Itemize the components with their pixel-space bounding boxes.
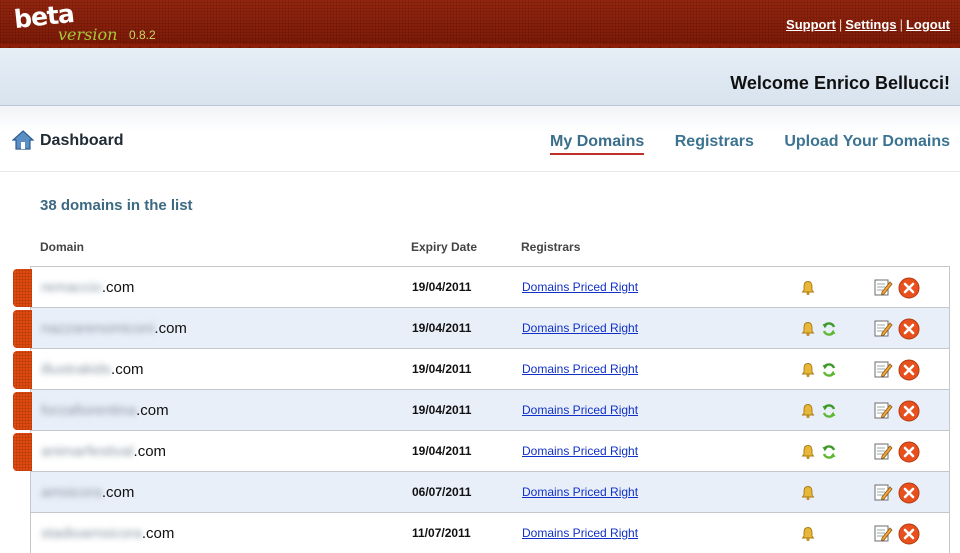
- table-row: stadioamsicora.com 11/07/2011 Domains Pric…: [31, 512, 949, 553]
- domain-name-blurred: remaccio: [41, 279, 102, 296]
- expiry-date: 19/04/2011: [412, 403, 472, 417]
- table-row: remaccio.com 19/04/2011 Domains Priced Rig…: [13, 266, 949, 307]
- domain-name-blurred: stadioamsicora: [41, 525, 142, 542]
- edit-icon[interactable]: [873, 523, 893, 543]
- registrar-link[interactable]: Domains Priced Right: [522, 403, 638, 417]
- domain-tld: .com: [136, 402, 169, 419]
- domain-name-blurred: forzafiorentina: [41, 402, 137, 419]
- delete-icon[interactable]: [898, 359, 920, 381]
- expiry-date: 19/04/2011: [412, 321, 472, 335]
- logo-version-text: version: [58, 25, 118, 44]
- expiry-warning-flag: [13, 433, 32, 471]
- domain-name-blurred: animarfestival: [41, 443, 134, 460]
- bell-icon[interactable]: [800, 280, 816, 296]
- expiry-date: 19/04/2011: [412, 444, 472, 458]
- bell-icon[interactable]: [800, 485, 816, 501]
- delete-icon[interactable]: [898, 523, 920, 545]
- domain-table: remaccio.com 19/04/2011 Domains Priced Rig…: [13, 266, 950, 553]
- column-header-registrars[interactable]: Registrars: [521, 240, 580, 254]
- domain-name[interactable]: illustrakids.com: [41, 361, 144, 378]
- column-header-expiry[interactable]: Expiry Date: [411, 240, 477, 254]
- support-link[interactable]: Support: [786, 17, 836, 32]
- logout-link[interactable]: Logout: [906, 17, 950, 32]
- table-row: illustrakids.com 19/04/2011 Domains Priced…: [13, 348, 949, 389]
- link-separator: |: [838, 17, 843, 32]
- renew-icon[interactable]: [821, 444, 837, 460]
- table-row: amsicora.com 06/07/2011 Domains Priced Rig…: [31, 471, 949, 512]
- bell-icon[interactable]: [800, 526, 816, 542]
- domain-tld: .com: [101, 279, 135, 296]
- delete-icon[interactable]: [898, 482, 920, 504]
- domain-name-blurred: amsicora: [41, 484, 102, 501]
- domain-tld: .com: [101, 484, 135, 501]
- table-row: animarfestival.com 19/04/2011 Domains Pric…: [13, 430, 949, 471]
- dashboard-label: Dashboard: [40, 132, 124, 149]
- home-icon: [12, 130, 34, 150]
- expiry-warning-flag: [13, 269, 32, 307]
- expiry-warning-flag: [13, 351, 32, 389]
- welcome-band: Welcome Enrico Bellucci!: [0, 48, 960, 106]
- domain-name-blurred: nazzarenomiconi: [41, 320, 155, 337]
- registrar-link[interactable]: Domains Priced Right: [522, 321, 638, 335]
- expiry-warning-flag: [13, 310, 32, 348]
- domain-name-blurred: illustrakids: [41, 361, 112, 378]
- edit-icon[interactable]: [873, 277, 893, 297]
- table-row: nazzarenomiconi.com 19/04/2011 Domains Pri…: [13, 307, 949, 348]
- edit-icon[interactable]: [873, 482, 893, 502]
- registrar-link[interactable]: Domains Priced Right: [522, 526, 638, 540]
- expiry-warning-flag: [13, 392, 32, 430]
- tab-my-domains[interactable]: My Domains: [550, 133, 645, 155]
- domain-count: 38 domains in the list: [40, 197, 193, 214]
- delete-icon[interactable]: [898, 441, 920, 463]
- link-separator: |: [899, 17, 903, 32]
- domain-name[interactable]: remaccio.com: [41, 279, 134, 296]
- renew-icon[interactable]: [821, 321, 837, 337]
- domain-tld: .com: [141, 525, 175, 542]
- expiry-date: 11/07/2011: [412, 526, 471, 540]
- domain-name[interactable]: forzafiorentina.com: [41, 402, 169, 419]
- edit-icon[interactable]: [873, 441, 893, 461]
- domain-tld: .com: [133, 443, 167, 460]
- renew-icon[interactable]: [821, 362, 837, 378]
- edit-icon[interactable]: [873, 318, 893, 338]
- delete-icon[interactable]: [898, 400, 920, 422]
- logo: beta version 0.8.2: [13, 0, 174, 44]
- registrar-link[interactable]: Domains Priced Right: [522, 485, 638, 499]
- domain-name[interactable]: amsicora.com: [41, 484, 134, 501]
- table-row: forzafiorentina.com 19/04/2011 Domains Pri…: [13, 389, 949, 430]
- edit-icon[interactable]: [873, 359, 893, 379]
- tab-registrars[interactable]: Registrars: [675, 133, 754, 153]
- domain-tld: .com: [154, 320, 187, 337]
- domain-name[interactable]: animarfestival.com: [41, 443, 166, 460]
- main-tabs: My Domains Registrars Upload Your Domain…: [524, 133, 950, 155]
- top-bar: beta version 0.8.2 Support | Settings | Logo…: [0, 0, 960, 48]
- bell-icon[interactable]: [800, 362, 816, 378]
- top-links: Support | Settings | Logout: [786, 17, 950, 32]
- tab-upload-your-domains[interactable]: Upload Your Domains: [784, 133, 950, 153]
- bell-icon[interactable]: [800, 444, 816, 460]
- expiry-date: 19/04/2011: [412, 280, 472, 294]
- domain-name[interactable]: stadioamsicora.com: [41, 525, 174, 542]
- registrar-link[interactable]: Domains Priced Right: [522, 280, 638, 294]
- domain-tld: .com: [111, 361, 144, 378]
- edit-icon[interactable]: [873, 400, 893, 420]
- expiry-date: 06/07/2011: [412, 485, 472, 499]
- column-header-domain[interactable]: Domain: [40, 240, 84, 254]
- registrar-link[interactable]: Domains Priced Right: [522, 444, 638, 458]
- expiry-date: 19/04/2011: [412, 362, 472, 376]
- bell-icon[interactable]: [800, 403, 816, 419]
- logo-version-number: 0.8.2: [129, 28, 156, 42]
- delete-icon[interactable]: [898, 277, 920, 299]
- registrar-link[interactable]: Domains Priced Right: [522, 362, 638, 376]
- renew-icon[interactable]: [821, 403, 837, 419]
- bell-icon[interactable]: [800, 321, 816, 337]
- delete-icon[interactable]: [898, 318, 920, 340]
- domain-name[interactable]: nazzarenomiconi.com: [41, 320, 187, 337]
- nav-band: Dashboard My Domains Registrars Upload Y…: [0, 106, 960, 172]
- settings-link[interactable]: Settings: [845, 17, 896, 32]
- welcome-text: Welcome Enrico Bellucci!: [730, 73, 950, 93]
